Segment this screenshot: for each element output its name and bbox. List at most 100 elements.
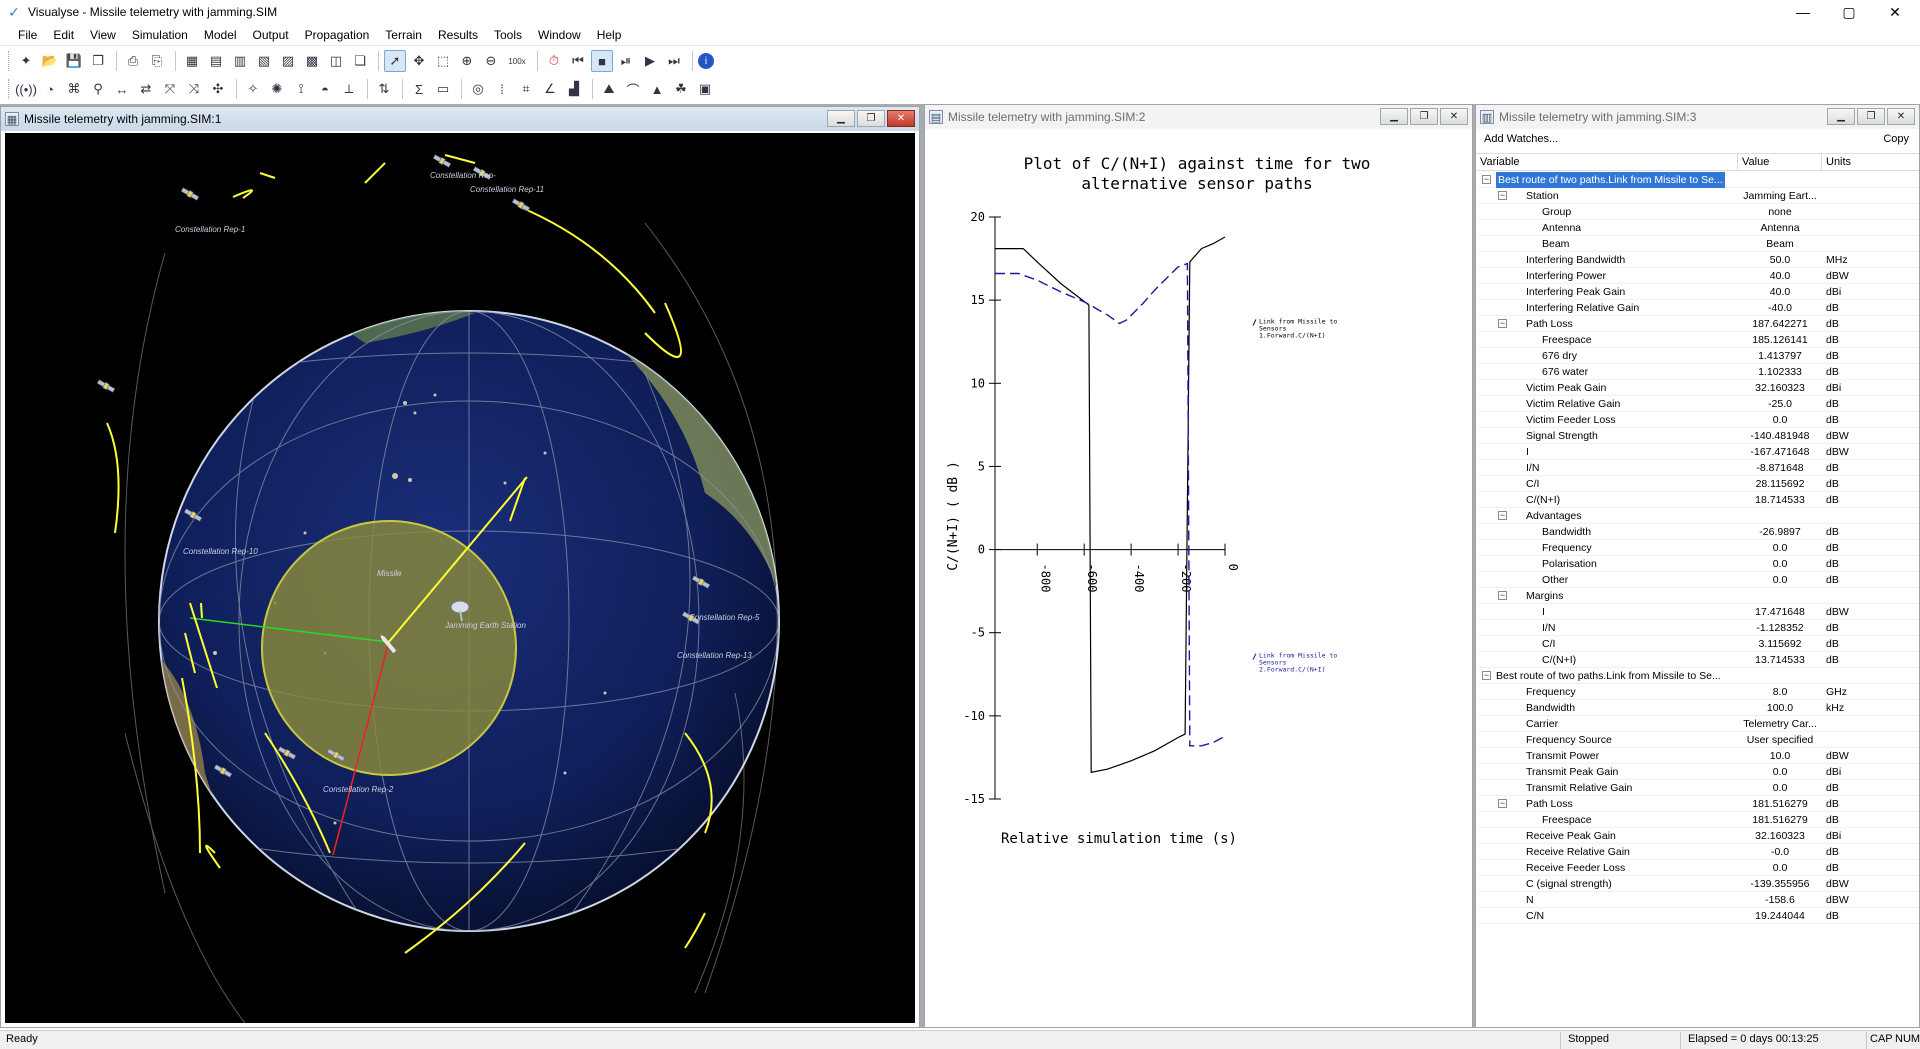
select-pointer-icon[interactable]: ➚ xyxy=(384,50,406,72)
menu-output[interactable]: Output xyxy=(245,24,297,46)
watch-row[interactable]: N -158.6 dBW xyxy=(1476,892,1919,908)
menu-file[interactable]: File xyxy=(10,24,45,46)
menu-tools[interactable]: Tools xyxy=(486,24,530,46)
watch-row[interactable]: I 17.471648 dBW xyxy=(1476,604,1919,620)
beam-icon[interactable]: ◔ xyxy=(39,78,61,100)
watch-row[interactable]: − Path Loss 187.642271 dB xyxy=(1476,316,1919,332)
child-minimize-button[interactable]: ▁ xyxy=(1827,108,1855,125)
document-icon[interactable]: ▭ xyxy=(432,78,454,100)
menu-edit[interactable]: Edit xyxy=(45,24,82,46)
watch-row[interactable]: − Best route of two paths.Link from Missi… xyxy=(1476,668,1919,684)
watch-row[interactable]: − Margins xyxy=(1476,588,1919,604)
minimize-button[interactable]: — xyxy=(1780,0,1826,24)
child-minimize-button[interactable]: ▁ xyxy=(1380,108,1408,125)
buildings-icon[interactable]: ▣ xyxy=(694,78,716,100)
watch-row[interactable]: Interfering Peak Gain 40.0 dBi xyxy=(1476,284,1919,300)
tree-expander-icon[interactable]: − xyxy=(1498,511,1507,520)
child-close-button[interactable]: ✕ xyxy=(887,110,915,127)
tree-expander-icon[interactable]: − xyxy=(1482,175,1491,184)
carrier-icon[interactable]: ⌘ xyxy=(63,78,85,100)
child-close-button[interactable]: ✕ xyxy=(1887,108,1915,125)
menu-help[interactable]: Help xyxy=(589,24,630,46)
watch-row[interactable]: Signal Strength -140.481948 dBW xyxy=(1476,428,1919,444)
move-pointer-icon[interactable]: ✥ xyxy=(408,50,430,72)
child-restore-button[interactable]: ❐ xyxy=(1857,108,1885,125)
terrain-profile-icon[interactable]: ⌒ xyxy=(622,78,644,100)
tree-expander-icon[interactable]: − xyxy=(1482,671,1491,680)
view-cascade-icon[interactable]: ❏ xyxy=(349,50,371,72)
zoom-box-icon[interactable]: ⬚ xyxy=(432,50,454,72)
watch-row[interactable]: Frequency Source User specified xyxy=(1476,732,1919,748)
terrain-icon[interactable]: ⛰ xyxy=(598,78,620,100)
view-list-icon[interactable]: ▩ xyxy=(301,50,323,72)
sum-icon[interactable]: Σ xyxy=(408,78,430,100)
close-button[interactable]: ✕ xyxy=(1872,0,1918,24)
new-file-icon[interactable]: ✦ xyxy=(15,50,37,72)
watch-row[interactable]: Transmit Relative Gain 0.0 dB xyxy=(1476,780,1919,796)
fast-forward-icon[interactable]: ⏭ xyxy=(663,50,685,72)
mast-icon[interactable]: ⟂ xyxy=(338,78,360,100)
area-analysis-icon[interactable]: ◎ xyxy=(467,78,489,100)
watch-row[interactable]: − Advantages xyxy=(1476,508,1919,524)
child-restore-button[interactable]: ❐ xyxy=(857,110,885,127)
line-chart-icon[interactable]: ∠ xyxy=(539,78,561,100)
zoom-100x-button[interactable]: 100x xyxy=(504,50,530,72)
view-image-icon[interactable]: ◫ xyxy=(325,50,347,72)
watch-row[interactable]: 676 water 1.102333 dB xyxy=(1476,364,1919,380)
watch-row[interactable]: C (signal strength) -139.355956 dBW xyxy=(1476,876,1919,892)
watch-row[interactable]: Transmit Power 10.0 dBW xyxy=(1476,748,1919,764)
watch-row[interactable]: 676 dry 1.413797 dB xyxy=(1476,348,1919,364)
clutter-icon[interactable]: ☘ xyxy=(670,78,692,100)
globe-window-titlebar[interactable]: ▦ Missile telemetry with jamming.SIM:1 ▁… xyxy=(1,107,919,131)
print-icon[interactable]: ⎙ xyxy=(122,50,144,72)
toolbar-grip[interactable] xyxy=(8,51,11,71)
interference-icon[interactable]: ⤧ xyxy=(159,78,181,100)
watch-row[interactable]: Receive Relative Gain -0.0 dB xyxy=(1476,844,1919,860)
watch-row[interactable]: Antenna Antenna xyxy=(1476,220,1919,236)
cross-link-icon[interactable]: ✣ xyxy=(207,78,229,100)
watch-row[interactable]: − Station Jamming Eart... xyxy=(1476,188,1919,204)
watch-row[interactable]: C/(N+I) 13.714533 dB xyxy=(1476,652,1919,668)
watch-row[interactable]: C/N 19.244044 dB xyxy=(1476,908,1919,924)
antenna-icon[interactable]: ((•)) xyxy=(15,78,37,100)
watch-icon[interactable]: ⁞ xyxy=(491,78,513,100)
view-plot-icon[interactable]: ▤ xyxy=(205,50,227,72)
station-icon[interactable]: ⚲ xyxy=(87,78,109,100)
terrain-map-icon[interactable]: ▲ xyxy=(646,78,668,100)
tree-expander-icon[interactable]: − xyxy=(1498,319,1507,328)
menu-propagation[interactable]: Propagation xyxy=(297,24,378,46)
watch-row[interactable]: Carrier Telemetry Car... xyxy=(1476,716,1919,732)
interference-group-icon[interactable]: ⤨ xyxy=(183,78,205,100)
watch-row[interactable]: I/N -8.871648 dB xyxy=(1476,460,1919,476)
watch-row[interactable]: Bandwidth 100.0 kHz xyxy=(1476,700,1919,716)
tree-expander-icon[interactable]: − xyxy=(1498,799,1507,808)
col-header-variable[interactable]: Variable xyxy=(1476,154,1738,170)
bar-chart-icon[interactable]: ▟ xyxy=(563,78,585,100)
stop-icon[interactable]: ■ xyxy=(591,50,613,72)
col-header-units[interactable]: Units xyxy=(1822,154,1919,170)
watch-row[interactable]: − Best route of two paths.Link from Missi… xyxy=(1476,172,1919,188)
watch-row[interactable]: C/(N+I) 18.714533 dB xyxy=(1476,492,1919,508)
watch-row[interactable]: Interfering Power 40.0 dBW xyxy=(1476,268,1919,284)
print-preview-icon[interactable]: ⎘ xyxy=(146,50,168,72)
zoom-in-icon[interactable]: ⊕ xyxy=(456,50,478,72)
child-minimize-button[interactable]: ▁ xyxy=(827,110,855,127)
view-table-icon[interactable]: ▧ xyxy=(253,50,275,72)
rewind-icon[interactable]: ⏮ xyxy=(567,50,589,72)
toolbar-grip[interactable] xyxy=(8,79,11,99)
watch-row[interactable]: Freespace 181.516279 dB xyxy=(1476,812,1919,828)
satellite-icon[interactable]: ✧ xyxy=(242,78,264,100)
globe-view-window[interactable]: ▦ Missile telemetry with jamming.SIM:1 ▁… xyxy=(0,106,920,1028)
add-watches-button[interactable]: Add Watches... xyxy=(1484,133,1558,145)
earth-station-icon[interactable]: ⟟ xyxy=(290,78,312,100)
dish-icon[interactable]: ◓ xyxy=(314,78,336,100)
watch-row[interactable]: − Path Loss 181.516279 dB xyxy=(1476,796,1919,812)
globe-canvas[interactable]: Constellation Rep- Constellation Rep-11 … xyxy=(5,133,915,1023)
watch-row[interactable]: Receive Peak Gain 32.160323 dBi xyxy=(1476,828,1919,844)
view-globe-icon[interactable]: ▦ xyxy=(181,50,203,72)
tree-expander-icon[interactable]: − xyxy=(1498,191,1507,200)
multi-link-icon[interactable]: ⇄ xyxy=(135,78,157,100)
watch-row[interactable]: Bandwidth -26.9897 dB xyxy=(1476,524,1919,540)
save-icon[interactable]: 💾 xyxy=(63,50,85,72)
child-close-button[interactable]: ✕ xyxy=(1440,108,1468,125)
